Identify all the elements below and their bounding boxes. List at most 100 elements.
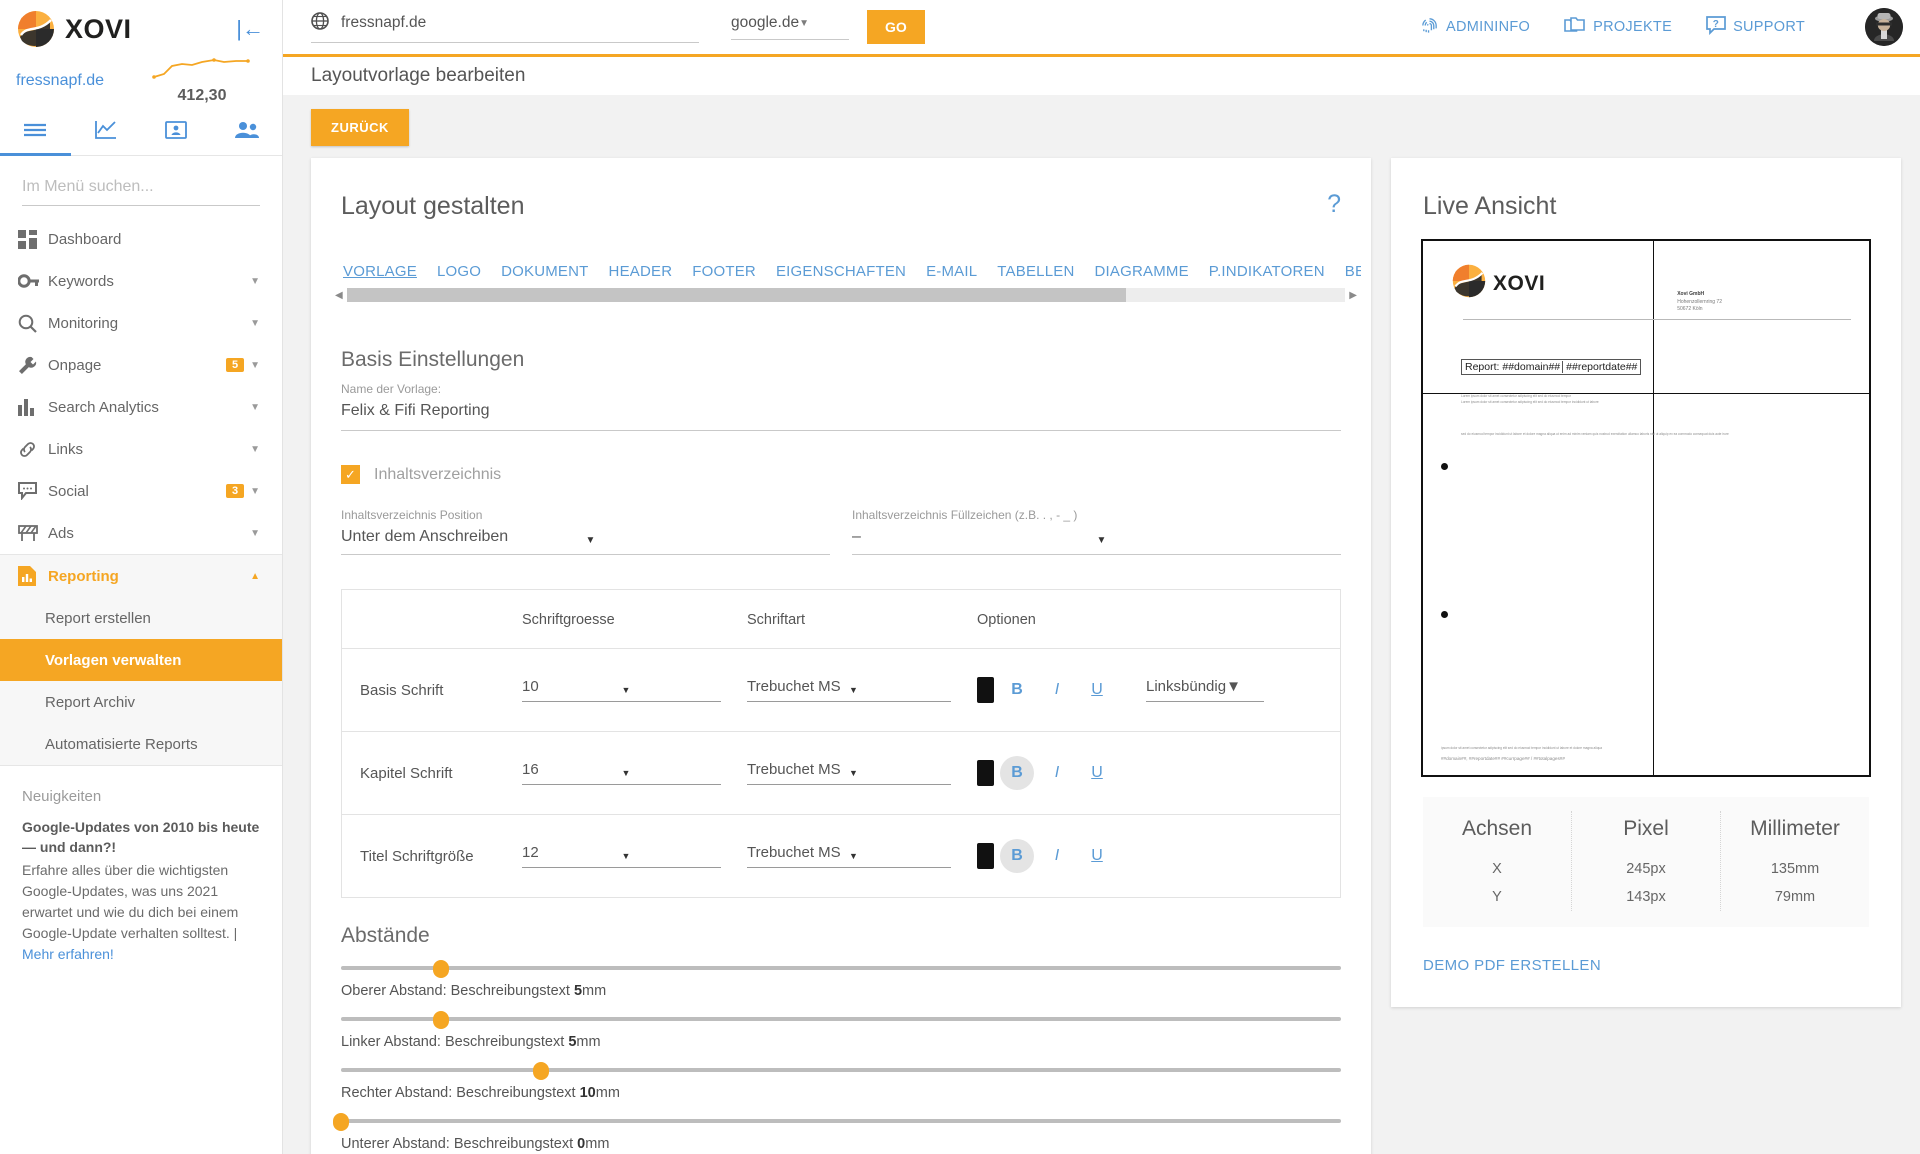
font-family-select[interactable]: Trebuchet MS ▼ — [747, 844, 951, 868]
sidebar-item-ads[interactable]: Ads ▼ — [0, 512, 282, 554]
slider-knob[interactable] — [333, 1113, 349, 1131]
demo-pdf-button[interactable]: DEMO PDF ERSTELLEN — [1423, 957, 1601, 974]
tab-email[interactable]: E-MAIL — [926, 263, 977, 280]
sidebar-subitem-report-erstellen[interactable]: Report erstellen — [0, 597, 282, 639]
tab-tabellen[interactable]: TABELLEN — [997, 263, 1074, 280]
tab-eigenschaften[interactable]: EIGENSCHAFTEN — [776, 263, 906, 280]
slider-oberer-abstand[interactable] — [341, 960, 1341, 978]
scrollbar-thumb[interactable] — [346, 288, 1126, 302]
menu-icon[interactable] — [0, 104, 71, 156]
chevron-down-icon[interactable]: ▼ — [250, 318, 260, 329]
tabs-scrollbar[interactable]: ◀ ▶ — [331, 288, 1361, 302]
sidebar-item-search-analytics[interactable]: Search Analytics ▼ — [0, 386, 282, 428]
slider-linker-abstand[interactable] — [341, 1011, 1341, 1029]
underline-button[interactable]: U — [1080, 839, 1114, 873]
sidebar-subitem-automatisierte-reports[interactable]: Automatisierte Reports — [0, 723, 282, 765]
font-size-select[interactable]: 10 ▼ — [522, 678, 721, 702]
support-link[interactable]: ? SUPPORT — [1706, 15, 1805, 39]
italic-button[interactable]: I — [1040, 839, 1074, 873]
sidebar-subitem-report-archiv[interactable]: Report Archiv — [0, 681, 282, 723]
color-swatch[interactable] — [977, 843, 994, 869]
pdf-preview[interactable]: XOVI Xovi GmbH Hohenzollernring 72 50672 K… — [1421, 239, 1871, 777]
sidebar-item-onpage[interactable]: Onpage 5 ▼ — [0, 344, 282, 386]
chart-line-icon[interactable] — [71, 104, 142, 155]
sidebar-item-social[interactable]: Social 3 ▼ — [0, 470, 282, 512]
sidebar-domain-link[interactable]: fressnapf.de — [16, 72, 104, 90]
tab-dokument[interactable]: DOKUMENT — [501, 263, 588, 280]
tab-logo[interactable]: LOGO — [437, 263, 481, 280]
scroll-right-icon[interactable]: ▶ — [1349, 290, 1357, 301]
toc-fill-label: Inhaltsverzeichnis Füllzeichen (z.B. . ,… — [852, 508, 1078, 522]
tab-berechtigungen[interactable]: BERECHTIGUNGEN — [1345, 263, 1361, 280]
sparkline-value: 412,30 — [177, 87, 227, 104]
slider-value: 10 — [579, 1085, 596, 1101]
bold-button[interactable]: B — [1000, 673, 1034, 707]
back-button[interactable]: ZURÜCK — [311, 109, 409, 146]
go-button[interactable]: GO — [867, 10, 925, 44]
users-icon[interactable] — [212, 104, 283, 155]
tab-header[interactable]: HEADER — [609, 263, 673, 280]
toc-position-select[interactable]: Unter dem Anschreiben ▼ — [341, 528, 830, 555]
scrollbar-track[interactable] — [346, 288, 1346, 302]
brand-logo[interactable]: XOVI — [16, 9, 236, 49]
bold-button[interactable]: B — [1000, 756, 1034, 790]
font-size-select[interactable]: 16 ▼ — [522, 761, 721, 785]
projekte-link[interactable]: PROJEKTE — [1564, 16, 1672, 39]
id-card-icon[interactable] — [141, 104, 212, 155]
checkbox-icon[interactable]: ✓ — [341, 465, 360, 484]
admininfo-link[interactable]: ADMININFO — [1420, 16, 1530, 39]
font-family-select[interactable]: Trebuchet MS ▼ — [747, 761, 951, 785]
domain-search-input[interactable] — [341, 14, 699, 32]
font-options: B I U Linksbündig ▼ — [977, 673, 1340, 707]
italic-button[interactable]: I — [1040, 756, 1074, 790]
tab-diagramme[interactable]: DIAGRAMME — [1094, 263, 1188, 280]
slider-unterer-abstand[interactable] — [333, 1113, 1341, 1131]
tab-p-indikatoren[interactable]: P.INDIKATOREN — [1209, 263, 1325, 280]
tab-footer[interactable]: FOOTER — [692, 263, 756, 280]
slider-knob[interactable] — [433, 1011, 449, 1029]
user-avatar[interactable] — [1865, 8, 1903, 46]
news-more-link[interactable]: Mehr erfahren! — [22, 946, 114, 962]
alignment-select[interactable]: Linksbündig ▼ — [1146, 678, 1264, 702]
sidebar-item-monitoring[interactable]: Monitoring ▼ — [0, 302, 282, 344]
sidebar-item-dashboard[interactable]: Dashboard — [0, 218, 282, 260]
slider-rechter-abstand[interactable] — [341, 1062, 1341, 1080]
chevron-down-icon[interactable]: ▼ — [250, 402, 260, 413]
chevron-up-icon[interactable]: ▲ — [250, 571, 260, 582]
underline-button[interactable]: U — [1080, 673, 1114, 707]
col-name — [342, 612, 522, 628]
sidebar-item-label: Links — [48, 440, 84, 458]
main-area: google.de ▼ GO ADMININFO PROJEKTE ? SUPP… — [283, 0, 1920, 1154]
sidebar-item-links[interactable]: Links ▼ — [0, 428, 282, 470]
sidebar-item-keywords[interactable]: Keywords ▼ — [0, 260, 282, 302]
collapse-left-icon[interactable]: |← — [236, 18, 264, 40]
slider-knob[interactable] — [533, 1062, 549, 1080]
font-size-select[interactable]: 12 ▼ — [522, 844, 721, 868]
chevron-down-icon[interactable]: ▼ — [250, 528, 260, 539]
menu-search-input[interactable] — [22, 174, 260, 206]
chevron-down-icon[interactable]: ▼ — [250, 360, 260, 371]
chevron-down-icon: ▼ — [849, 851, 858, 861]
search-engine-select[interactable]: google.de ▼ — [731, 14, 849, 40]
sidebar-item-reporting[interactable]: Reporting ▲ — [0, 555, 282, 597]
chevron-down-icon[interactable]: ▼ — [250, 486, 260, 497]
italic-button[interactable]: I — [1040, 673, 1074, 707]
toc-fill-group: Inhaltsverzeichnis Füllzeichen (z.B. . ,… — [852, 498, 1341, 555]
question-mark-icon[interactable]: ? — [1327, 192, 1341, 217]
chevron-down-icon[interactable]: ▼ — [250, 444, 260, 455]
bold-button[interactable]: B — [1000, 839, 1034, 873]
color-swatch[interactable] — [977, 677, 994, 703]
underline-button[interactable]: U — [1080, 756, 1114, 790]
slider-knob[interactable] — [433, 960, 449, 978]
font-settings-table: Schriftgroesse Schriftart Optionen Basis… — [341, 589, 1341, 898]
font-family-select[interactable]: Trebuchet MS ▼ — [747, 678, 951, 702]
color-swatch[interactable] — [977, 760, 994, 786]
chevron-down-icon[interactable]: ▼ — [250, 276, 260, 287]
tab-vorlage[interactable]: VORLAGE — [343, 263, 417, 280]
template-name-input[interactable] — [341, 396, 1341, 431]
toc-fill-select[interactable]: – ▼ — [852, 528, 1341, 555]
sidebar-subitem-vorlagen-verwalten[interactable]: Vorlagen verwalten — [0, 639, 282, 681]
news-body-text: Erfahre alles über die wichtigsten Googl… — [22, 861, 239, 941]
scroll-left-icon[interactable]: ◀ — [335, 290, 343, 301]
slider-label: Unterer Abstand: Beschreibungstext 0mm — [341, 1136, 1341, 1152]
